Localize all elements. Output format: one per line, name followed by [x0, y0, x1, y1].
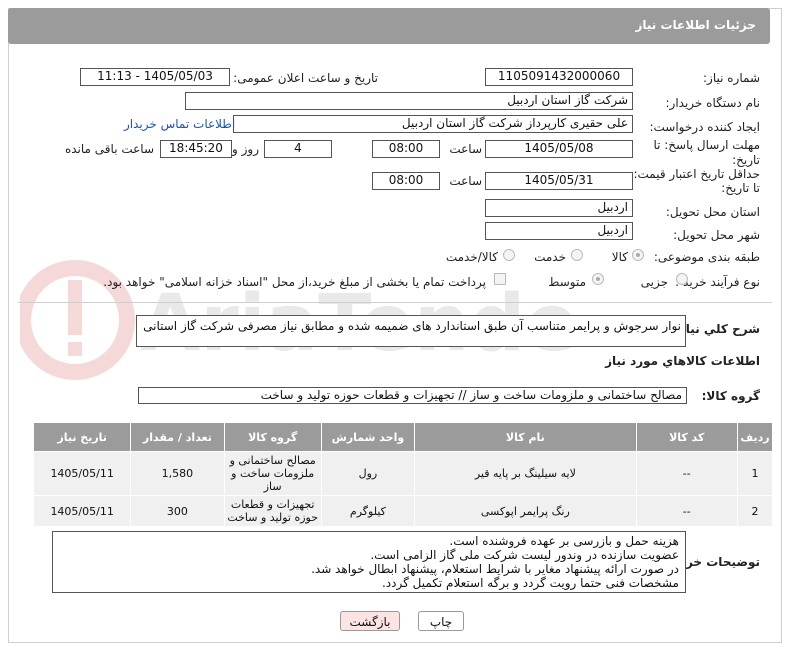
category-option-goods: کالا: [611, 250, 628, 264]
buyer-org-field: شرکت گاز استان اردبیل: [185, 92, 633, 110]
col-qty: تعداد / مقدار: [130, 422, 225, 452]
validity-hour-label: ساعت: [449, 174, 482, 188]
announce-label: تاریخ و ساعت اعلان عمومی:: [233, 71, 378, 85]
cell-group: تجهیزات و قطعات حوزه تولید و ساخت: [223, 495, 322, 527]
col-unit: واحد شمارش: [320, 422, 416, 452]
col-row: ردیف: [736, 422, 774, 452]
payment-checkbox[interactable]: [494, 273, 506, 285]
header-bar: جزئیات اطلاعات نیاز: [8, 8, 770, 44]
table-header-row: ردیف کد کالا نام کالا واحد شمارش گروه کا…: [32, 422, 774, 452]
buyer-org-label: نام دستگاه خریدار:: [665, 96, 761, 110]
validity-label: حداقل تاریخ اعتبار قیمت:: [633, 167, 760, 181]
col-code: کد کالا: [635, 422, 738, 452]
city-field: اردبیل: [485, 222, 633, 240]
deadline-date-field: 1405/05/08: [485, 140, 633, 158]
cell-unit: رول: [320, 451, 416, 496]
creator-label: ایجاد کننده درخواست:: [649, 120, 760, 134]
remaining-label: ساعت باقی مانده: [64, 142, 154, 156]
table-row: 1 -- لایه سیلینگ بر پایه قیر رول مصالح س…: [32, 451, 774, 496]
buyer-notes-field: هزینه حمل و بازرسی بر عهده فروشنده است. …: [52, 531, 686, 593]
province-label: استان محل تحویل:: [665, 205, 760, 219]
goods-group-field: مصالح ساختمانی و ملزومات ساخت و ساز // ت…: [138, 387, 687, 404]
creator-field: علی حقیری کارپرداز شرکت گاز استان اردبیل: [233, 115, 633, 133]
cell-name: لایه سیلینگ بر پایه قیر: [414, 451, 637, 496]
cell-date: 1405/05/11: [32, 451, 132, 496]
announce-field: 1405/05/03 - 11:13: [80, 68, 230, 86]
description-label: شرح کلي نياز:: [674, 322, 760, 336]
divider: [18, 302, 772, 303]
cell-qty: 1,580: [130, 451, 225, 496]
col-group: گروه کالا: [223, 422, 322, 452]
goods-group-label: گروه کالا:: [701, 389, 760, 403]
buyer-note-line: هزینه حمل و بازرسی بر عهده فروشنده است.: [449, 534, 679, 548]
process-option-minor: جزیی: [640, 275, 668, 289]
process-radio-minor[interactable]: [676, 273, 688, 285]
province-field: اردبیل: [485, 199, 633, 217]
buyer-contact-link[interactable]: اطلاعات تماس خریدار: [124, 117, 235, 131]
buyer-note-line: در صورت ارائه پیشنهاد مغایر با شرایط است…: [311, 562, 679, 576]
col-date: تاریخ نیاز: [32, 422, 132, 452]
cell-qty: 300: [130, 495, 225, 527]
buyer-note-line: مشخصات فنی حتما رویت گردد و برگه استعلام…: [381, 576, 679, 590]
cell-code: --: [635, 451, 738, 496]
deadline-label-date: تاریخ:: [732, 153, 760, 167]
deadline-time-field: 08:00: [372, 140, 440, 158]
deadline-hour-label: ساعت: [449, 142, 482, 156]
validity-date-field: 1405/05/31: [485, 172, 633, 190]
category-radio-service[interactable]: [571, 249, 583, 261]
days-label: روز و: [232, 142, 259, 156]
category-label: طبقه بندی موضوعی:: [653, 250, 760, 264]
goods-section-title: اطلاعات کالاهاي مورد نياز: [605, 354, 760, 368]
cell-code: --: [635, 495, 738, 527]
city-label: شهر محل تحویل:: [673, 228, 760, 242]
validity-time-field: 08:00: [372, 172, 440, 190]
deadline-label: مهلت ارسال پاسخ: تا: [653, 138, 760, 152]
page-title: جزئیات اطلاعات نیاز: [635, 18, 756, 32]
remaining-time-field: 18:45:20: [160, 140, 232, 158]
category-option-service: خدمت: [534, 250, 566, 264]
process-option-medium: متوسط: [548, 275, 586, 289]
buyer-note-line: عضویت سازنده در وندور لیست شرکت ملی گاز …: [370, 548, 679, 562]
cell-name: رنگ پرایمر اپوکسی: [414, 495, 637, 527]
cell-unit: کیلوگرم: [320, 495, 416, 527]
goods-table: ردیف کد کالا نام کالا واحد شمارش گروه کا…: [32, 422, 774, 527]
category-radio-goods[interactable]: [632, 249, 644, 261]
need-number-label: شماره نیاز:: [703, 71, 760, 85]
cell-date: 1405/05/11: [32, 495, 132, 527]
category-radio-goods-service[interactable]: [503, 249, 515, 261]
table-row: 2 -- رنگ پرایمر اپوکسی کیلوگرم تجهیزات و…: [32, 495, 774, 527]
process-radio-medium[interactable]: [592, 273, 604, 285]
validity-label-date: تا تاریخ:: [721, 181, 760, 195]
print-button[interactable]: چاپ: [418, 611, 464, 631]
cell-row: 2: [736, 495, 774, 527]
payment-text: پرداخت تمام یا بخشی از مبلغ خرید،از محل …: [103, 275, 486, 289]
category-option-goods-service: کالا/خدمت: [445, 250, 498, 264]
need-number-field: 1105091432000060: [485, 68, 633, 86]
back-button[interactable]: بازگشت: [340, 611, 400, 631]
days-field: 4: [264, 140, 332, 158]
col-name: نام کالا: [414, 422, 637, 452]
cell-group: مصالح ساختمانی و ملزومات ساخت و ساز: [223, 451, 322, 496]
description-field: نوار سرجوش و پرایمر متناسب آن طبق استاند…: [136, 315, 686, 347]
cell-row: 1: [736, 451, 774, 496]
